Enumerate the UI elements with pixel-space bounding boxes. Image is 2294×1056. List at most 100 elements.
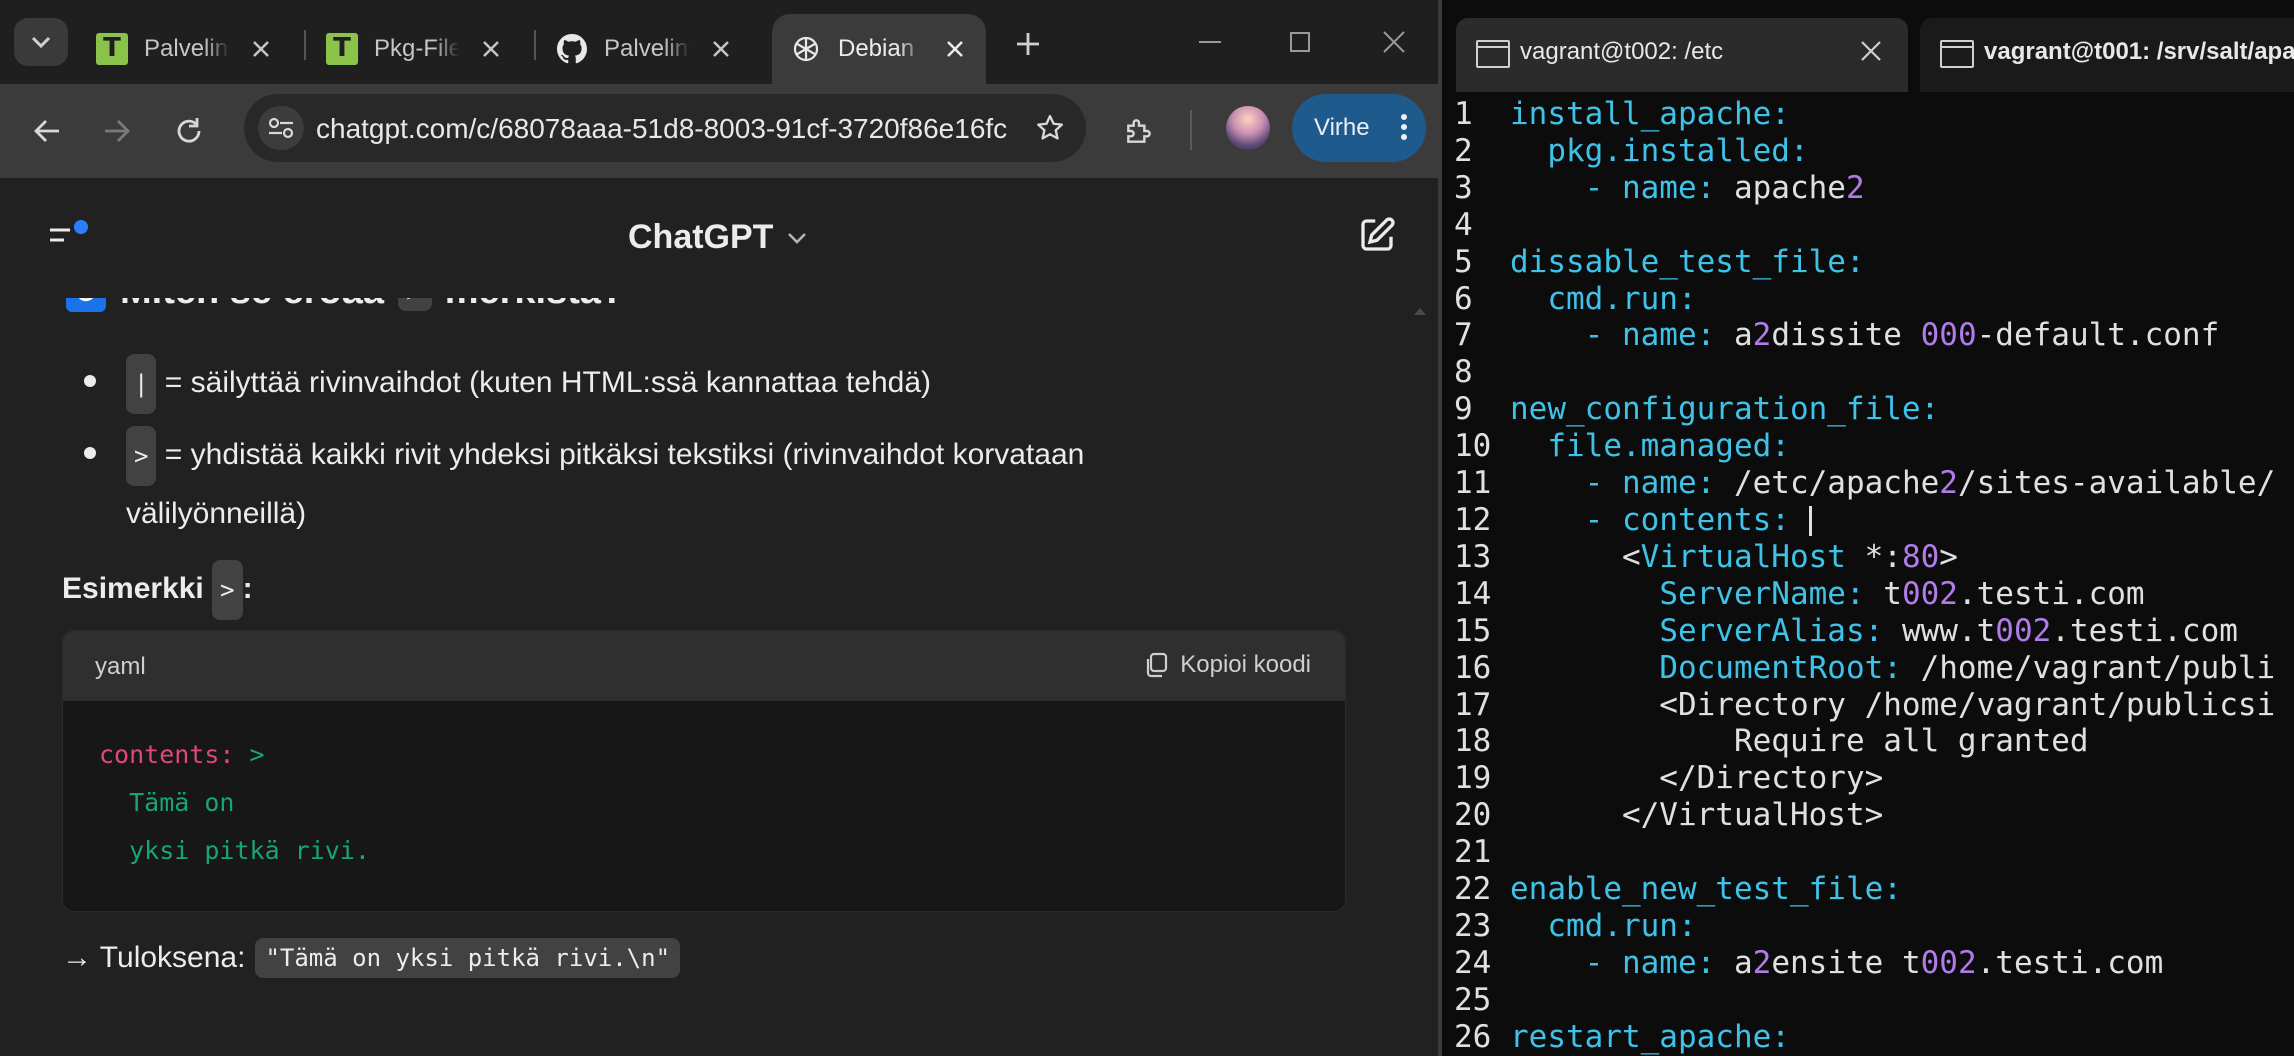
editor-lines: 1 install_apache: 2 pkg.installed: 3 - name… <box>1454 96 2275 1056</box>
terminal-tab-title: vagrant@t002: /etc <box>1520 38 1724 65</box>
line-number: 11 <box>1454 465 1492 502</box>
line-number: 7 <box>1454 317 1473 354</box>
minimize-button[interactable] <box>1190 24 1230 60</box>
line-number: 22 <box>1454 871 1492 908</box>
tab-separator <box>304 30 306 60</box>
code-block: yaml Kopioi koodi contents: > Tämä on yk… <box>62 630 1346 912</box>
editor-line: 24 - name: a2ensite t002.testi.com <box>1454 944 2164 981</box>
line-number: 17 <box>1454 686 1492 723</box>
more-vert-icon <box>1401 114 1407 140</box>
address-bar[interactable]: chatgpt.com/c/68078aaa-51d8-8003-91cf-37… <box>244 94 1086 162</box>
site-info-button[interactable] <box>258 106 304 150</box>
terminal-tab-strip: vagrant@t002: /etc vagrant@t001: /srv/sa… <box>1442 0 2294 92</box>
line-number: 10 <box>1454 428 1492 465</box>
line-number: 13 <box>1454 538 1492 575</box>
extensions-button[interactable] <box>1116 108 1162 154</box>
back-button[interactable] <box>24 108 70 154</box>
line-number: 25 <box>1454 981 1492 1018</box>
close-window-button[interactable] <box>1374 24 1414 60</box>
tab-palvelint-1[interactable]: T Palvelint <box>78 14 292 84</box>
editor-line: 1 install_apache: <box>1454 96 1790 132</box>
line-number: 9 <box>1454 391 1473 428</box>
close-icon[interactable] <box>478 36 504 62</box>
tab-palvelint-2[interactable]: Palvelint <box>538 14 752 84</box>
editor-line: 20 </VirtualHost> <box>1454 797 1884 834</box>
editor-line: 5 dissable_test_file: <box>1454 243 1865 280</box>
line-number: 21 <box>1454 834 1492 871</box>
terminal-editor[interactable]: 1 install_apache: 2 pkg.installed: 3 - name… <box>1454 92 2294 1056</box>
close-icon[interactable] <box>708 36 734 62</box>
editor-line: 23 cmd.run: <box>1454 907 1697 944</box>
terminal-tab-t002[interactable]: vagrant@t002: /etc <box>1456 18 1908 92</box>
result-line: → Tuloksena: "Tämä on yksi pitkä rivi.\n… <box>62 938 681 978</box>
bullet-item: | = säilyttää rivinvaihdot (kuten HTML:s… <box>126 354 931 414</box>
terminal-tab-t001[interactable]: vagrant@t001: /srv/salt/apache <box>1920 18 2294 92</box>
scroll-up-icon[interactable] <box>1412 306 1428 316</box>
new-chat-button[interactable] <box>1356 214 1398 256</box>
bullet-dot <box>84 375 96 387</box>
bullet-dot <box>84 447 96 459</box>
profile-label: Virhe <box>1314 114 1370 141</box>
profile-button[interactable]: Virhe <box>1292 94 1426 162</box>
reload-icon <box>177 118 201 143</box>
maximize-button[interactable] <box>1280 24 1320 60</box>
tab-title: Palvelint <box>604 35 690 62</box>
editor-line: 3 - name: apache2 <box>1454 169 1865 206</box>
t-icon: T <box>326 33 358 65</box>
model-selector[interactable]: ChatGPT <box>628 218 807 257</box>
avatar[interactable] <box>1226 106 1270 150</box>
tab-title: Palvelint <box>144 35 230 62</box>
editor-line: 9 new_configuration_file: <box>1454 391 1940 428</box>
line-number: 23 <box>1454 907 1492 944</box>
sidebar-toggle-button[interactable] <box>48 218 92 258</box>
editor-line: 11 - name: /etc/apache2/sites-available/ <box>1454 465 2276 502</box>
bookmark-star-icon[interactable] <box>1034 112 1066 144</box>
t-icon: T <box>96 33 128 65</box>
inline-code: > <box>398 298 433 311</box>
terminal-tab-title: vagrant@t001: /srv/salt/apache <box>1984 38 2294 65</box>
chat-message: Miten se eroaa > -merkistä? | = säilyttä… <box>0 298 1420 1056</box>
code-language: yaml <box>95 653 146 680</box>
editor-line: 21 <box>1454 834 2275 871</box>
line-number: 26 <box>1454 1018 1492 1055</box>
url-text: chatgpt.com/c/68078aaa-51d8-8003-91cf-37… <box>316 113 1008 144</box>
editor-line: 17 <Directory /home/vagrant/publicsi <box>1454 686 2276 723</box>
line-number: 24 <box>1454 944 1492 981</box>
close-icon[interactable] <box>248 36 274 62</box>
line-number: 2 <box>1454 132 1473 169</box>
terminal-icon <box>1940 40 1974 68</box>
new-tab-button[interactable] <box>1010 26 1046 62</box>
tab-debian-active[interactable]: Debian I <box>772 14 986 84</box>
editor-line: 4 <box>1454 207 2275 244</box>
plus-icon <box>1017 33 1039 55</box>
line-number: 5 <box>1454 243 1473 280</box>
line-number: 6 <box>1454 280 1473 317</box>
editor-line: 22 enable_new_test_file: <box>1454 871 1902 908</box>
chevron-down-icon <box>31 36 51 49</box>
editor-line: 10 file.managed: <box>1454 428 1790 465</box>
browser-window: T Palvelint T Pkg-File Palvelint Debian … <box>0 0 1438 1056</box>
terminal-icon <box>1476 40 1510 68</box>
code-block-header: yaml Kopioi koodi <box>63 631 1345 701</box>
tune-icon <box>268 117 294 139</box>
example-label: Esimerkki >: <box>62 560 253 620</box>
close-icon[interactable] <box>1860 40 1882 62</box>
editor-line: 2 pkg.installed: <box>1454 132 1809 169</box>
puzzle-icon <box>1127 119 1151 143</box>
editor-line: 14 ServerName: t002.testi.com <box>1454 575 2145 612</box>
reload-button[interactable] <box>166 108 212 154</box>
forward-button[interactable] <box>94 108 140 154</box>
chatgpt-icon <box>793 36 819 62</box>
line-number: 16 <box>1454 649 1492 686</box>
app-title: ChatGPT <box>628 218 774 256</box>
line-number: 19 <box>1454 760 1492 797</box>
line-number: 20 <box>1454 797 1492 834</box>
tab-search-button[interactable] <box>14 18 68 66</box>
terminal-window: vagrant@t002: /etc vagrant@t001: /srv/sa… <box>1442 0 2294 1056</box>
copy-code-button[interactable]: Kopioi koodi <box>1144 651 1311 679</box>
inline-code: > <box>212 560 243 620</box>
compare-emoji-icon <box>66 298 106 312</box>
inline-code: "Tämä on yksi pitkä rivi.\n" <box>255 938 681 978</box>
close-icon[interactable] <box>942 36 968 62</box>
tab-pkg-file[interactable]: T Pkg-File <box>308 14 522 84</box>
